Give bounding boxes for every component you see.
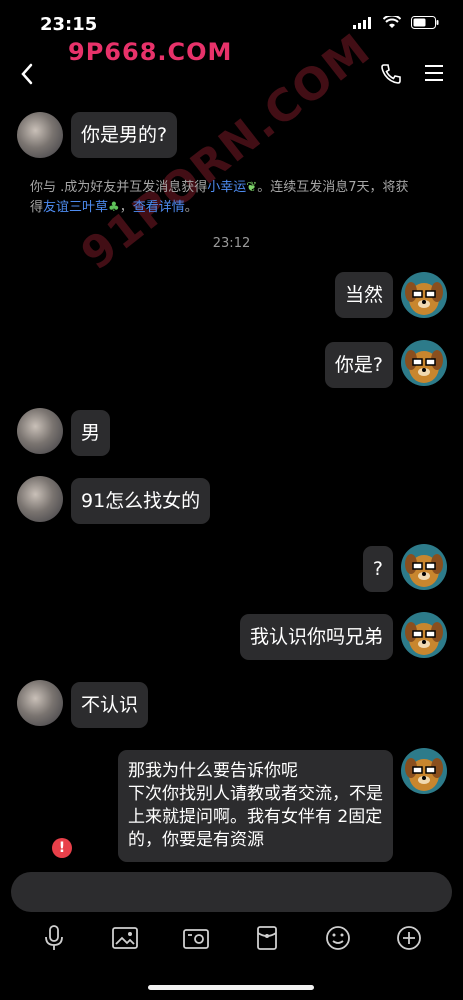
wifi-icon: [383, 16, 401, 28]
system-note: 你与 .成为好友并互发消息获得小幸运❦。连续互发消息7天，将获 得友谊三叶草♣，…: [30, 180, 409, 215]
contact-avatar[interactable]: [17, 476, 63, 522]
my-avatar[interactable]: [401, 340, 447, 386]
message-bubble[interactable]: 91怎么找女的: [71, 478, 211, 524]
message-bubble[interactable]: ?: [362, 546, 393, 592]
dog-avatar-icon: [405, 622, 443, 655]
my-avatar[interactable]: [401, 544, 447, 590]
message-bubble[interactable]: 你是男的?: [71, 112, 178, 158]
message-bubble[interactable]: 你是?: [324, 342, 393, 388]
my-avatar[interactable]: [401, 612, 447, 658]
menu-icon[interactable]: [423, 62, 445, 84]
plus-icon[interactable]: [393, 922, 425, 954]
nav-actions: [379, 62, 445, 86]
status-icons: [353, 16, 439, 29]
dog-avatar-icon: [405, 758, 443, 791]
contact-avatar[interactable]: [17, 112, 63, 158]
back-arrow-icon[interactable]: [18, 62, 36, 86]
send-failed-icon[interactable]: !: [52, 838, 72, 858]
contact-avatar[interactable]: [17, 408, 63, 454]
message-bubble[interactable]: 那我为什么要告诉你呢 下次你找别人请教或者交流，不是 上来就提问啊。我有女伴有 …: [118, 750, 393, 862]
dog-avatar-icon: [405, 350, 443, 383]
message-bubble[interactable]: 当然: [334, 272, 393, 318]
dog-avatar-icon: [405, 282, 443, 315]
dog-avatar-icon: [405, 554, 443, 587]
emoji-icon[interactable]: [322, 922, 354, 954]
clover-link[interactable]: 友谊三叶草: [43, 200, 108, 215]
message-timestamp: 23:12: [212, 236, 251, 251]
status-time: 23:15: [40, 14, 98, 35]
clover-icon: ♣: [108, 200, 120, 215]
microphone-icon[interactable]: [38, 922, 70, 954]
my-avatar[interactable]: [401, 748, 447, 794]
view-details-link[interactable]: 查看详情: [133, 200, 185, 215]
home-indicator[interactable]: [148, 985, 314, 990]
message-bubble[interactable]: 不认识: [71, 682, 149, 728]
message-bubble[interactable]: 我认识你吗兄弟: [239, 614, 393, 660]
phone-icon[interactable]: [379, 62, 403, 86]
contact-avatar[interactable]: [17, 680, 63, 726]
message-input[interactable]: [11, 872, 452, 912]
sprout-icon: ❦: [246, 180, 258, 195]
lucky-link[interactable]: 小幸运: [207, 180, 246, 195]
nav-bar: [0, 56, 463, 96]
battery-icon: [411, 16, 439, 29]
signal-icon: [353, 16, 371, 29]
my-avatar[interactable]: [401, 272, 447, 318]
chat-toolbar: [0, 918, 463, 958]
red-packet-icon[interactable]: [251, 922, 283, 954]
image-icon[interactable]: [109, 922, 141, 954]
camera-icon[interactable]: [180, 922, 212, 954]
message-bubble[interactable]: 男: [71, 410, 111, 456]
